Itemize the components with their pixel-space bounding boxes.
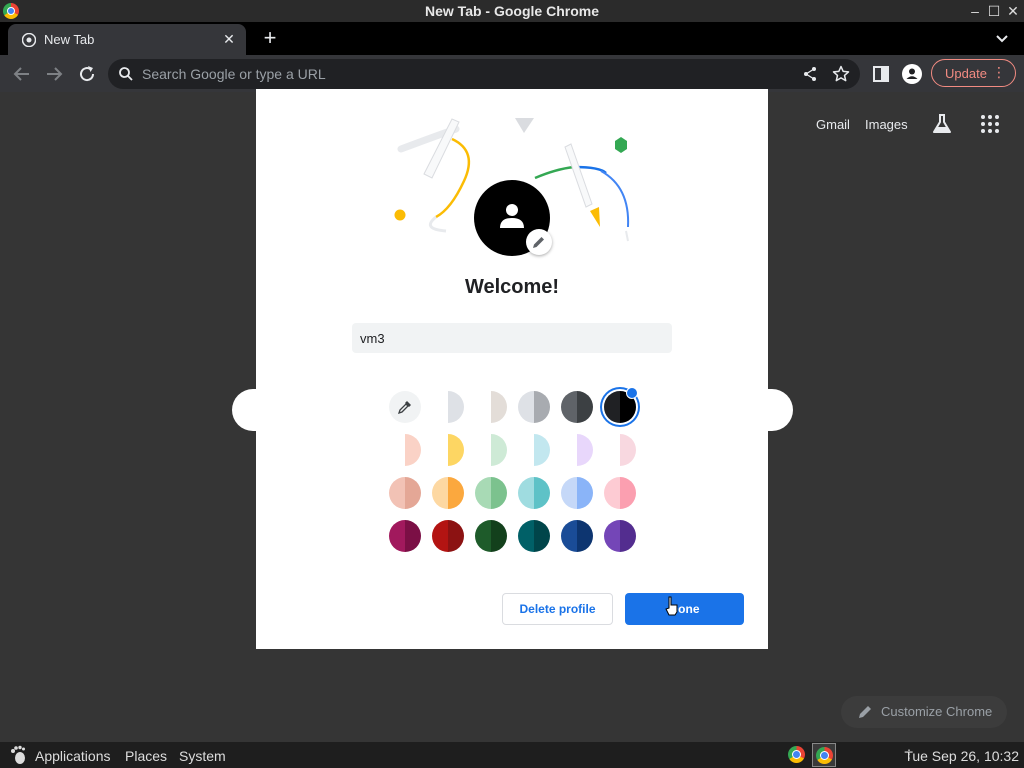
eyedropper-icon <box>397 401 411 415</box>
color-swatch[interactable] <box>475 434 507 466</box>
minimize-icon[interactable]: – <box>966 2 984 20</box>
color-swatch[interactable] <box>475 477 507 509</box>
chrome-launcher-icon[interactable] <box>788 746 805 763</box>
window-title-bar: New Tab - Google Chrome – ☐ ✕ <box>0 0 1024 22</box>
chrome-task-icon <box>816 747 833 764</box>
address-input[interactable] <box>142 64 742 84</box>
places-menu[interactable]: Places <box>125 748 167 764</box>
edit-avatar-button[interactable] <box>526 229 552 255</box>
delete-profile-button[interactable]: Delete profile <box>502 593 613 625</box>
maximize-icon[interactable]: ☐ <box>985 2 1003 20</box>
tab-search-chevron-icon[interactable] <box>992 29 1012 49</box>
applications-menu[interactable]: Applications <box>35 748 111 764</box>
clock[interactable]: Tue Sep 26, 10:32 <box>904 748 1019 764</box>
close-window-icon[interactable]: ✕ <box>1004 2 1022 20</box>
color-swatch[interactable] <box>432 520 464 552</box>
welcome-heading: Welcome! <box>464 276 560 298</box>
system-menu[interactable]: System <box>179 748 226 764</box>
color-swatch[interactable] <box>475 391 507 423</box>
color-swatch[interactable] <box>518 520 550 552</box>
color-swatch[interactable] <box>604 477 636 509</box>
color-swatch[interactable] <box>561 391 593 423</box>
person-icon <box>500 204 524 228</box>
search-icon <box>119 67 133 81</box>
color-swatch[interactable] <box>518 391 550 423</box>
back-icon[interactable] <box>10 62 34 86</box>
color-swatch[interactable] <box>432 391 464 423</box>
color-swatch[interactable] <box>475 520 507 552</box>
new-tab-button[interactable]: + <box>258 27 282 51</box>
color-swatch[interactable] <box>389 520 421 552</box>
images-link[interactable]: Images <box>865 117 908 132</box>
color-swatch[interactable] <box>518 477 550 509</box>
custom-color-picker-button[interactable] <box>389 391 421 423</box>
tab-title: New Tab <box>44 32 95 47</box>
taskbar: Applications Places System ⋮ Tue Sep 26,… <box>0 742 1024 768</box>
forward-icon[interactable] <box>42 62 66 86</box>
color-swatch[interactable] <box>561 520 593 552</box>
more-menu-icon: ⋮ <box>992 64 1006 80</box>
color-swatch[interactable] <box>389 434 421 466</box>
omnibox[interactable] <box>108 59 860 89</box>
color-swatch[interactable] <box>432 434 464 466</box>
share-icon[interactable] <box>802 66 818 82</box>
color-swatch[interactable] <box>432 477 464 509</box>
profile-name-input[interactable] <box>352 323 672 353</box>
customize-chrome-label: Customize Chrome <box>881 704 993 719</box>
pencil-icon <box>533 237 544 248</box>
color-swatch[interactable] <box>604 520 636 552</box>
side-panel-icon[interactable] <box>869 62 893 86</box>
color-swatch[interactable] <box>518 434 550 466</box>
window-title: New Tab - Google Chrome <box>425 3 599 19</box>
labs-flask-icon[interactable] <box>930 112 954 136</box>
color-swatch[interactable] <box>561 477 593 509</box>
tab-new-tab[interactable]: New Tab ✕ <box>8 24 246 55</box>
chrome-favicon-icon <box>22 33 36 47</box>
bookmark-star-icon[interactable] <box>832 65 850 83</box>
reload-icon[interactable] <box>75 62 99 86</box>
selected-check-icon <box>626 387 638 399</box>
profile-customization-dialog: Welcome! Delete profile Done <box>256 89 768 649</box>
tab-strip: New Tab ✕ + <box>0 22 1024 55</box>
gmail-link[interactable]: Gmail <box>816 117 850 132</box>
chrome-window-task[interactable] <box>812 743 836 767</box>
color-swatch[interactable] <box>561 434 593 466</box>
color-swatch[interactable] <box>604 434 636 466</box>
profile-avatar-icon[interactable] <box>900 62 924 86</box>
tab-close-icon[interactable]: ✕ <box>220 30 238 48</box>
update-button[interactable]: Update ⋮ <box>931 59 1016 87</box>
customize-chrome-button[interactable]: Customize Chrome <box>841 696 1007 728</box>
apps-grid-icon[interactable] <box>978 112 1002 136</box>
pencil-icon <box>859 706 871 718</box>
gnome-foot-icon[interactable] <box>8 745 28 765</box>
update-label: Update <box>945 66 987 81</box>
done-button[interactable]: Done <box>625 593 744 625</box>
mouse-cursor-icon <box>665 596 678 616</box>
color-swatch[interactable] <box>389 477 421 509</box>
toolbar: Update ⋮ <box>0 55 1024 92</box>
